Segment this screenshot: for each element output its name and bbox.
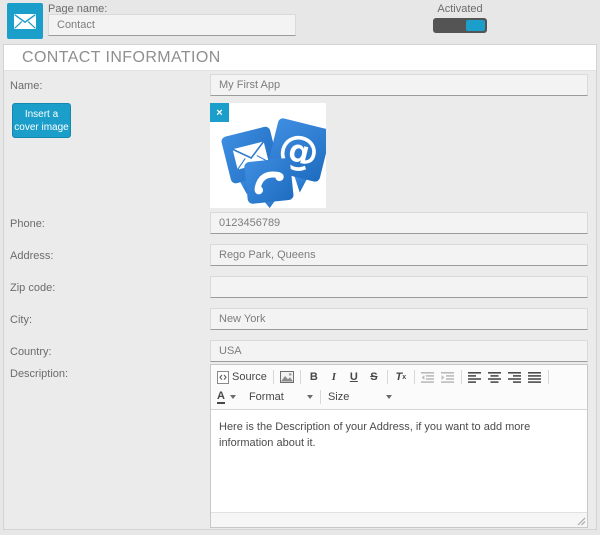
- format-dropdown[interactable]: Format: [245, 388, 317, 406]
- description-editor: Source B I U S Tx A Format Size Here is …: [210, 364, 588, 528]
- source-icon: [217, 370, 229, 384]
- remove-cover-image-button[interactable]: ×: [210, 103, 229, 122]
- page-name-input[interactable]: [48, 14, 296, 36]
- toolbar-divider: [272, 370, 274, 384]
- city-input[interactable]: [210, 308, 588, 330]
- size-label: Size: [327, 391, 350, 403]
- editor-content[interactable]: Here is the Description of your Address,…: [211, 410, 587, 512]
- remove-format-sub: x: [402, 373, 407, 381]
- size-dropdown[interactable]: Size: [324, 388, 396, 406]
- image-icon: [279, 371, 294, 383]
- insert-cover-image-button[interactable]: Insert a cover image: [12, 103, 71, 138]
- indent-icon: [441, 371, 455, 383]
- remove-format-label: T: [395, 371, 403, 383]
- toolbar-divider: [460, 370, 462, 384]
- phone-input[interactable]: [210, 212, 588, 234]
- source-label: Source: [232, 371, 267, 383]
- zip-code-input[interactable]: [210, 276, 588, 298]
- justify-icon: [528, 371, 542, 383]
- text-color-button[interactable]: A: [214, 388, 239, 406]
- name-input[interactable]: [210, 74, 588, 96]
- editor-footer: [211, 512, 587, 527]
- justify-button[interactable]: [525, 368, 545, 386]
- chevron-down-icon: [385, 395, 392, 399]
- chevron-down-icon: [306, 395, 313, 399]
- bold-button[interactable]: B: [304, 368, 324, 386]
- contact-page-editor: Page name: Activated CONTACT INFORMATION…: [0, 0, 600, 535]
- align-center-icon: [488, 371, 502, 383]
- format-label: Format: [248, 391, 284, 403]
- activated-toggle[interactable]: [433, 18, 487, 33]
- country-label: Country:: [10, 346, 52, 358]
- toolbar-divider: [299, 370, 301, 384]
- align-left-button[interactable]: [465, 368, 485, 386]
- toolbar-divider: [319, 390, 321, 404]
- indent-button[interactable]: [438, 368, 458, 386]
- toolbar-divider: [413, 370, 415, 384]
- toolbar-row-1: Source B I U S Tx: [214, 367, 584, 387]
- align-right-button[interactable]: [505, 368, 525, 386]
- toolbar-divider: [386, 370, 388, 384]
- activated-label: Activated: [437, 3, 483, 15]
- description-label: Description:: [10, 368, 69, 380]
- outdent-button[interactable]: [418, 368, 438, 386]
- zip-code-label: Zip code:: [10, 282, 56, 294]
- insert-image-button[interactable]: [277, 368, 297, 386]
- toolbar-divider: [547, 370, 549, 384]
- align-right-icon: [508, 371, 522, 383]
- close-icon: ×: [216, 106, 223, 119]
- align-left-icon: [468, 371, 482, 383]
- phone-bubble: [244, 158, 294, 209]
- toolbar-row-2: A Format Size: [214, 387, 584, 407]
- resize-handle[interactable]: [577, 517, 586, 526]
- outdent-icon: [421, 371, 435, 383]
- underline-button[interactable]: U: [344, 368, 364, 386]
- page-title: CONTACT INFORMATION: [4, 45, 596, 71]
- country-input[interactable]: [210, 340, 588, 362]
- strikethrough-button[interactable]: S: [364, 368, 384, 386]
- editor-toolbar: Source B I U S Tx A Format Size: [211, 365, 587, 410]
- chevron-down-icon: [229, 395, 236, 399]
- text-color-label: A: [217, 389, 225, 404]
- italic-button[interactable]: I: [324, 368, 344, 386]
- source-button[interactable]: Source: [214, 368, 270, 386]
- name-label: Name:: [10, 80, 43, 92]
- page-type-icon: [7, 3, 43, 39]
- address-label: Address:: [10, 250, 54, 262]
- resize-icon: [577, 517, 586, 526]
- phone-label: Phone:: [10, 218, 45, 230]
- city-label: City:: [10, 314, 32, 326]
- address-input[interactable]: [210, 244, 588, 266]
- align-center-button[interactable]: [485, 368, 505, 386]
- envelope-icon: [14, 13, 36, 29]
- toggle-knob: [466, 20, 485, 31]
- remove-format-button[interactable]: Tx: [391, 368, 411, 386]
